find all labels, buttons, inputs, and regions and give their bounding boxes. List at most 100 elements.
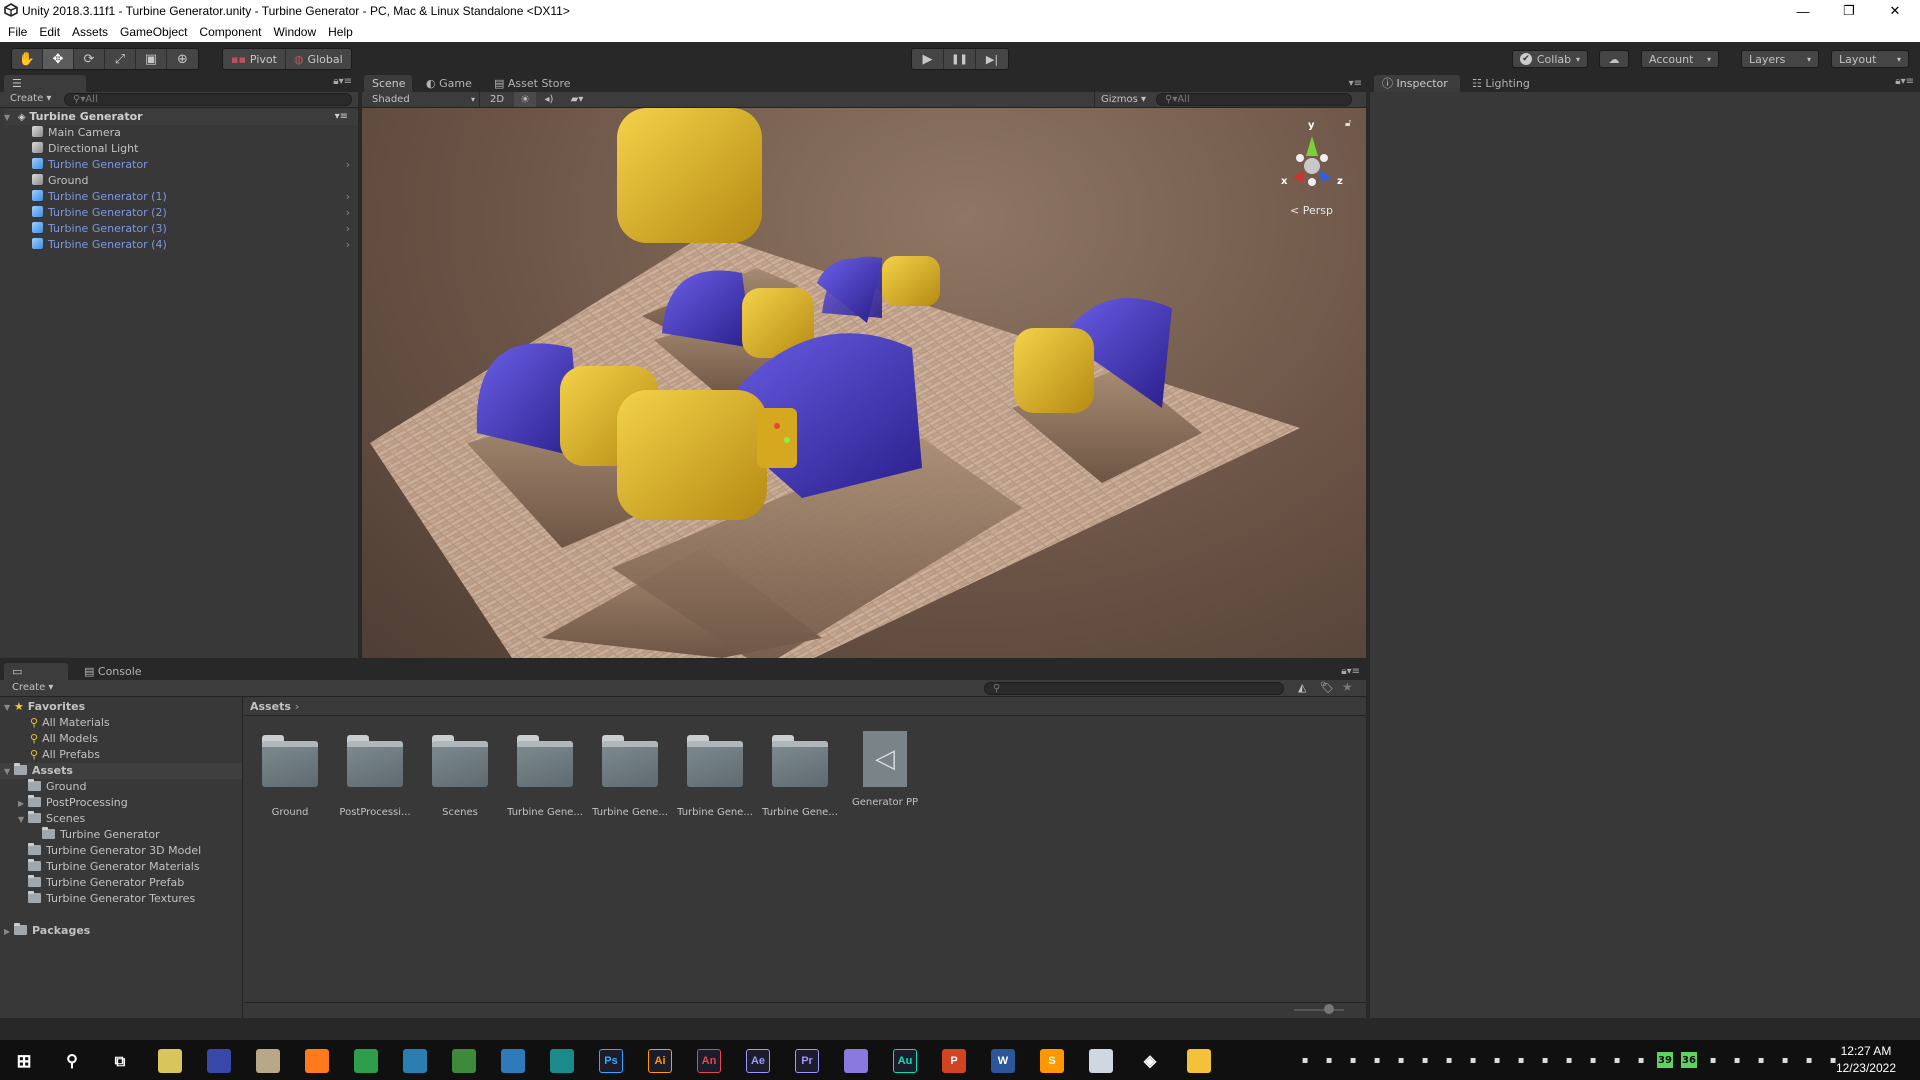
tab-game[interactable]: ◐ Game [418,75,480,92]
wifi-hotspot-tray-icon[interactable]: ▪ [1321,1052,1337,1068]
hierarchy-create-button[interactable]: Create ▾ [10,93,51,104]
x-axis-cone[interactable] [1293,170,1304,182]
menu-file[interactable]: File [8,25,27,39]
icon-size-slider[interactable] [1294,1009,1344,1011]
hierarchy-item[interactable]: Ground [32,173,354,189]
asset-folder[interactable]: ▶ PostProcessing [18,795,128,811]
usb-tray-icon[interactable]: ▪ [1729,1052,1745,1068]
z-axis-cone[interactable] [1320,170,1331,182]
idm-tray-icon[interactable]: ▪ [1633,1052,1649,1068]
task-view-button[interactable]: ⧉ [108,1049,132,1073]
expand-arrow-icon[interactable]: ▶ [18,796,28,812]
scene-viewport[interactable]: y x z 🔓︎ < Persp [362,108,1366,658]
project-lock-menu-icon[interactable]: 🔒︎▾≡ [1341,666,1360,677]
tab-scene[interactable]: Scene [364,75,412,92]
ccleaner-tray-icon[interactable]: ▪ [1585,1052,1601,1068]
asset-folder[interactable]: Turbine Generator Materials [18,859,200,875]
3ds-max-app-icon[interactable] [550,1049,574,1073]
asset-tile[interactable]: Turbine Gene... [590,731,670,818]
filter-by-type-icon[interactable]: ◭ [1298,681,1306,694]
volume-tray-icon[interactable]: ▪ [1753,1052,1769,1068]
panel-lock-menu-icon[interactable]: 🔒︎▾≡ [333,76,352,87]
icon-size-slider-handle[interactable] [1324,1004,1334,1014]
scale-tool-button[interactable]: ⤢ [105,49,136,69]
photoshop-app-icon[interactable]: Ps [599,1049,623,1073]
tab-console[interactable]: ▤ Console [76,663,150,680]
cloud-button[interactable]: ☁ [1599,50,1629,68]
animate-app-icon[interactable]: An [697,1049,721,1073]
screen-recorder-app-icon[interactable] [1089,1049,1113,1073]
powerpoint-app-icon[interactable]: P [942,1049,966,1073]
acrobat-tray-icon[interactable]: ▪ [1561,1052,1577,1068]
antivirus-tray-icon[interactable]: ▪ [1705,1052,1721,1068]
firefox-app-icon[interactable] [305,1049,329,1073]
hierarchy-item[interactable]: Turbine Generator (3) › [32,221,354,237]
gizmos-dropdown[interactable]: Gizmos ▾ [1094,92,1148,107]
nvidia-tray-icon[interactable]: ▪ [1393,1052,1409,1068]
asset-tile[interactable]: Turbine Gene... [760,731,840,818]
pause-button[interactable]: ❚❚ [944,49,976,69]
scanner-app-icon[interactable] [207,1049,231,1073]
display-tray-icon[interactable]: ▪ [1465,1052,1481,1068]
collab-dropdown[interactable]: ✔ Collab ▾ [1512,50,1588,68]
menu-component[interactable]: Component [199,25,261,39]
effects-dropdown[interactable]: ▰▾ [562,92,592,107]
illustrator-app-icon[interactable]: Ai [648,1049,672,1073]
sublime-app-icon[interactable]: S [1040,1049,1064,1073]
shield-tray-icon[interactable]: ▪ [1345,1052,1361,1068]
pivot-button[interactable]: ▪▪ Pivot [223,49,286,69]
asset-tile[interactable]: Ground [250,731,330,818]
y-axis-cone[interactable] [1306,136,1318,156]
media-encoder-app-icon[interactable] [844,1049,868,1073]
gizmo-lock-icon[interactable]: 🔓︎ [1345,118,1351,129]
step-button[interactable]: ▶| [976,49,1008,69]
project-create-button[interactable]: Create ▾ [12,682,53,693]
adobe-tray-icon[interactable]: ▪ [1369,1052,1385,1068]
chevron-right-icon[interactable]: › [346,157,350,173]
packages-root[interactable]: ▶ Packages [4,923,90,939]
tab-asset-store[interactable]: ▤ Asset Store [486,75,579,92]
favorite-item[interactable]: ⚲ All Prefabs [30,747,100,763]
hierarchy-item[interactable]: Turbine Generator (4) › [32,237,354,253]
globe-app-app-icon[interactable] [452,1049,476,1073]
asset-folder[interactable]: Ground [18,779,86,795]
orientation-gizmo[interactable]: y x z [1267,118,1357,208]
after-effects-app-icon[interactable]: Ae [746,1049,770,1073]
hand-tool-button[interactable]: ✋ [12,49,43,69]
hierarchy-item[interactable]: Directional Light [32,141,354,157]
wifi-tray-icon[interactable]: ▪ [1609,1052,1625,1068]
window-app-tray-icon[interactable]: ▪ [1537,1052,1553,1068]
network-lock-tray-icon[interactable]: ▪ [1297,1052,1313,1068]
bluetooth-tray-icon[interactable]: ▪ [1441,1052,1457,1068]
2d-toggle[interactable]: 2D [484,92,510,107]
tab-lighting[interactable]: ☷ Lighting [1464,75,1538,92]
rect-tool-button[interactable]: ▣ [136,49,167,69]
favorites-header[interactable]: ▼ ★ Favorites [4,699,85,715]
transform-tool-button[interactable]: ⊕ [167,49,198,69]
assets-root[interactable]: ▼ Assets [0,763,242,779]
minimize-button[interactable]: — [1780,0,1826,22]
menu-edit[interactable]: Edit [39,25,60,39]
play-button[interactable]: ▶ [912,49,944,69]
num-39-tray-icon[interactable]: 39 [1657,1052,1673,1068]
favorite-star-icon[interactable]: ★ [1342,680,1353,694]
layout-dropdown[interactable]: Layout ▾ [1831,50,1909,68]
asset-folder[interactable]: Turbine Generator [32,827,160,843]
chrome-app-icon[interactable] [354,1049,378,1073]
favorite-item[interactable]: ⚲ All Materials [30,715,110,731]
ms-app-tray-icon[interactable]: ▪ [1417,1052,1433,1068]
teamviewer-tray-icon[interactable]: ▪ [1489,1052,1505,1068]
onedrive-tray-icon[interactable]: ▪ [1777,1052,1793,1068]
unity-app-icon[interactable]: ◈ [1138,1049,1162,1073]
menu-assets[interactable]: Assets [72,25,108,39]
premiere-app-icon[interactable]: Pr [795,1049,819,1073]
chevron-right-icon[interactable]: › [346,205,350,221]
account-dropdown[interactable]: Account ▾ [1641,50,1719,68]
menu-window[interactable]: Window [273,25,316,39]
move-tool-button[interactable]: ✥ [43,49,74,69]
projection-toggle[interactable]: < Persp [1290,204,1333,217]
asset-tile[interactable]: Scenes [420,731,500,818]
chevron-right-icon[interactable]: › [346,189,350,205]
hierarchy-search-input[interactable]: ⚲▾All [64,93,352,106]
word-app-icon[interactable]: W [991,1049,1015,1073]
